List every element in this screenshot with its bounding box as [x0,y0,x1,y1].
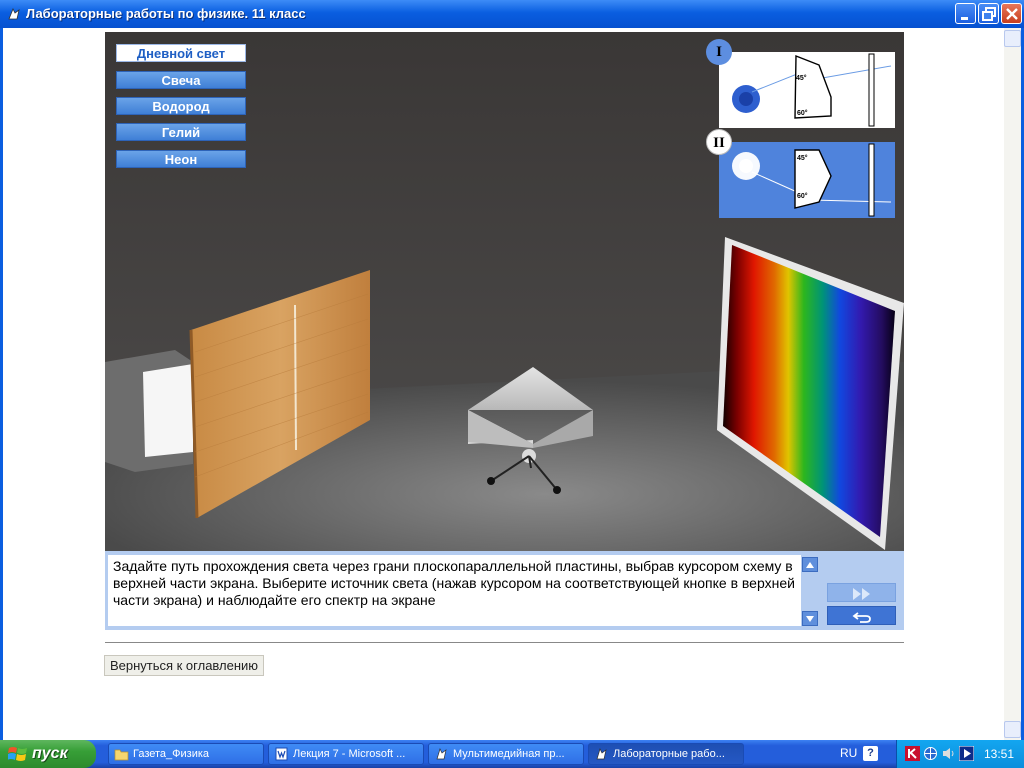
window-title: Лабораторные работы по физике. 11 класс [26,6,306,21]
word-icon [275,747,288,761]
triangle-down-icon [806,616,814,622]
minimize-button[interactable] [955,3,976,24]
taskbar-item-lab[interactable]: Лабораторные рабо... [588,743,744,765]
instruction-scroll-up-button[interactable] [802,557,818,572]
speaker-icon[interactable] [941,746,956,761]
app-icon [8,8,20,20]
schema-2-angle-bottom: 60° [797,192,808,200]
taskbar-item-label: Мультимедийная пр... [453,748,565,760]
taskbar-item-label: Лабораторные рабо... [613,748,725,760]
antivirus-icon[interactable] [905,746,920,761]
network-icon[interactable] [923,746,938,761]
schema-option-1[interactable]: 45° 60° [719,52,895,128]
help-icon[interactable]: ? [863,746,878,761]
source-button-daylight[interactable]: Дневной свет [116,44,246,62]
schema-2-angle-top: 45° [797,154,808,162]
schema-1-angle-bottom: 60° [797,109,808,117]
schema-1-angle-top: 45° [796,74,807,82]
source-button-neon[interactable]: Неон [116,150,246,168]
taskbar: пуск Газета_Физика Лекция 7 - Microsoft … [0,740,1024,768]
start-label: пуск [32,745,68,762]
triangle-up-icon [806,562,814,568]
close-icon [1006,8,1018,20]
undo-arrow-icon [852,612,871,623]
window-titlebar[interactable]: Лабораторные работы по физике. 11 класс [0,0,1024,28]
language-indicator[interactable]: RU [840,746,857,760]
window-scrollbar[interactable] [1004,28,1021,740]
separator-line [105,642,904,643]
back-to-contents-button[interactable]: Вернуться к оглавлению [104,655,264,676]
instruction-scroll-down-button[interactable] [802,611,818,626]
taskbar-item-lecture[interactable]: Лекция 7 - Microsoft ... [268,743,424,765]
restore-icon [982,7,996,21]
maximize-button[interactable] [978,3,999,24]
source-button-candle[interactable]: Свеча [116,71,246,89]
next-step-button[interactable] [827,583,896,602]
media-player-icon[interactable] [959,746,974,761]
system-tray: 13:51 [896,740,1024,768]
start-button[interactable]: пуск [0,740,96,768]
taskbar-item-multimedia[interactable]: Мультимедийная пр... [428,743,584,765]
scroll-down-button[interactable] [1004,721,1021,738]
fast-forward-icon [853,588,870,600]
app-icon [436,748,447,760]
source-button-helium[interactable]: Гелий [116,123,246,141]
taskbar-item-label: Лекция 7 - Microsoft ... [293,748,406,760]
source-button-hydrogen[interactable]: Водород [116,97,246,115]
folder-icon [114,749,129,761]
app-icon [596,748,607,760]
undo-button[interactable] [827,606,896,625]
instruction-text: Задайте путь прохождения света через гра… [108,555,801,626]
clock: 13:51 [984,747,1015,761]
windows-flag-icon [8,747,27,761]
schema-2-diagram: 45° 60° [732,143,892,217]
taskbar-item-label: Газета_Физика [133,748,210,760]
schema-1-badge: I [706,39,732,65]
taskbar-item-gazeta[interactable]: Газета_Физика [108,743,264,765]
minimize-icon [961,17,968,20]
schema-2-badge: II [706,129,732,155]
scroll-up-button[interactable] [1004,30,1021,47]
schema-option-2[interactable]: 45° 60° [719,142,895,218]
schema-1-diagram: 45° 60° [732,53,892,127]
close-button[interactable] [1001,3,1022,24]
